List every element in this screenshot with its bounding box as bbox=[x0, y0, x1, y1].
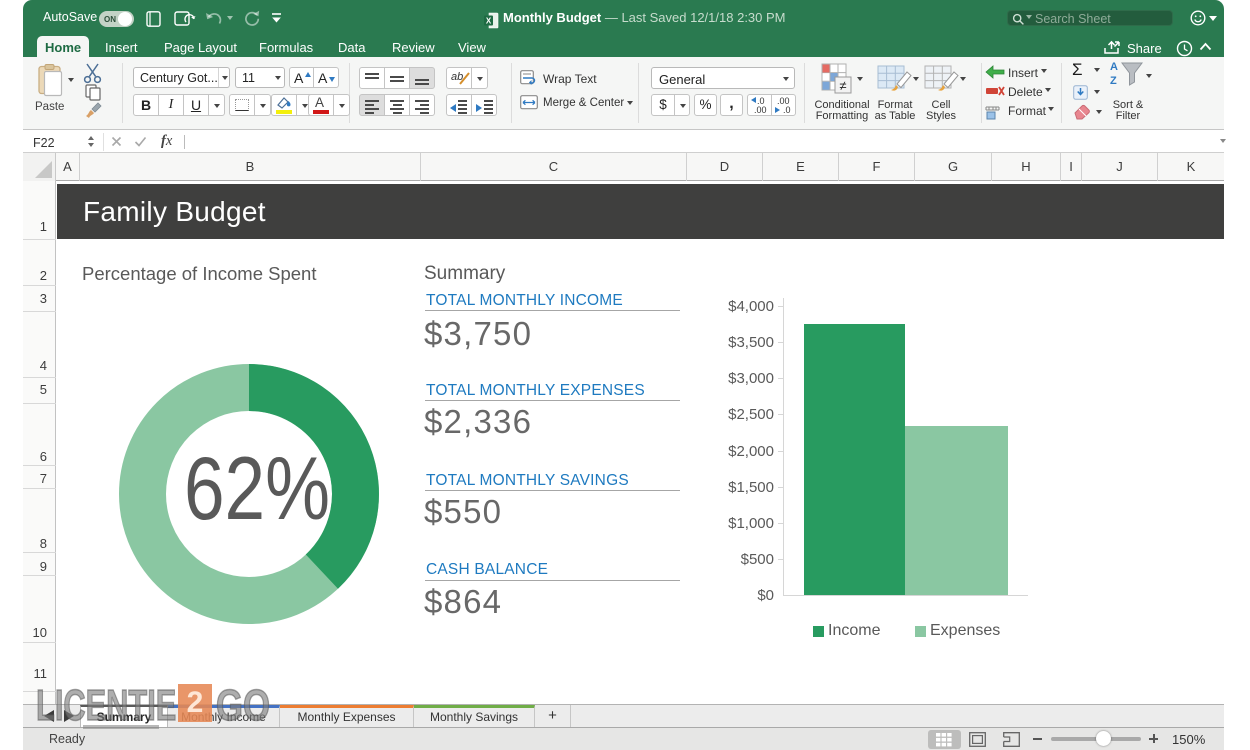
svg-text:X: X bbox=[486, 16, 492, 25]
svg-text:≠: ≠ bbox=[839, 78, 846, 93]
